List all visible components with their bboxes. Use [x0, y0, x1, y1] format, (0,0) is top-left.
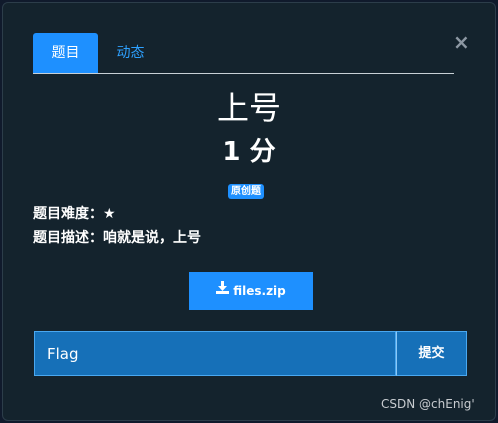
download-file-label: files.zip [233, 284, 286, 298]
download-file-button[interactable]: files.zip [189, 272, 313, 310]
tab-activity[interactable]: 动态 [99, 33, 162, 73]
flag-input[interactable] [34, 331, 396, 376]
download-icon [216, 271, 230, 309]
description-label: 题目描述： [33, 230, 103, 246]
original-badge: 原创题 [228, 184, 264, 199]
difficulty-stars: ★ [103, 206, 116, 222]
challenge-title: 上号 [216, 89, 281, 127]
flag-form: 提交 [34, 331, 467, 376]
submit-button[interactable]: 提交 [396, 331, 467, 376]
difficulty-label: 题目难度： [33, 206, 103, 222]
challenge-points: 1 分 [222, 137, 276, 167]
tab-challenge[interactable]: 题目 [33, 33, 98, 73]
description-text: 咱就是说，上号 [103, 230, 201, 246]
description-row: 题目描述：咱就是说，上号 [33, 228, 201, 248]
difficulty-row: 题目难度：★ [33, 204, 116, 224]
close-icon[interactable]: × [453, 32, 470, 52]
watermark: CSDN @chEnig' [381, 397, 475, 411]
challenge-tabs: 题目 动态 [33, 33, 454, 74]
